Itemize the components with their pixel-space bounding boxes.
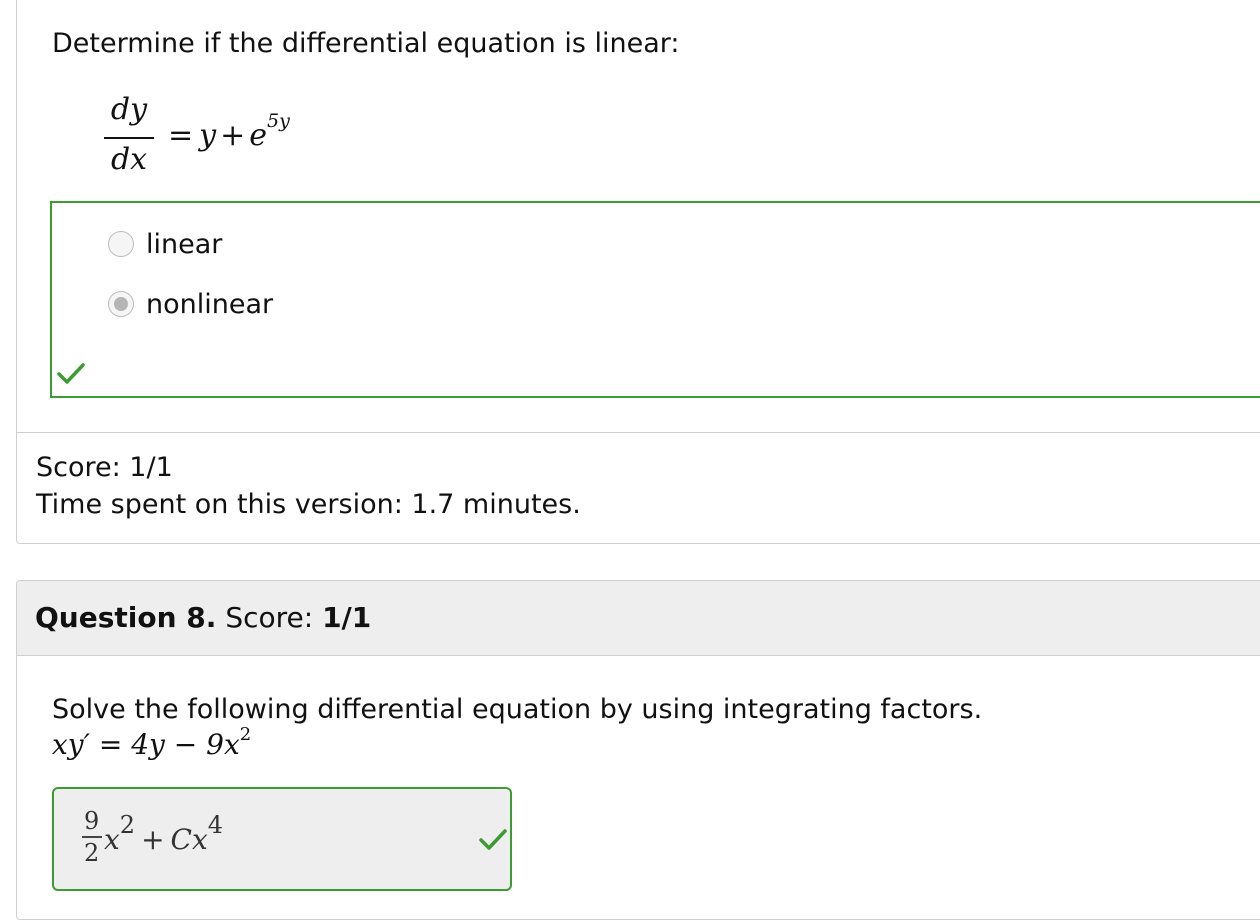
answer-fraction-numerator: 9 bbox=[84, 807, 100, 835]
answer-choices-box: linear nonlinear bbox=[50, 201, 1260, 398]
radio-nonlinear[interactable] bbox=[108, 291, 134, 317]
equation-rhs: = y + e5y bbox=[168, 110, 290, 153]
answer-var-cx: Cx bbox=[170, 823, 208, 856]
check-icon bbox=[478, 827, 508, 853]
answer-plus: + bbox=[141, 823, 165, 856]
question-8-prompt: Solve the following differential equatio… bbox=[52, 694, 983, 725]
option-label: linear bbox=[146, 228, 223, 260]
exponential-base: e bbox=[249, 118, 267, 153]
answer-fraction-denominator: 2 bbox=[84, 839, 100, 867]
rhs-term-y: y bbox=[199, 118, 217, 153]
question-7-prompt: Determine if the differential equation i… bbox=[52, 28, 680, 59]
fraction-denominator: dx bbox=[110, 142, 148, 177]
score-value: 1/1 bbox=[322, 601, 372, 634]
equals-sign: = bbox=[89, 728, 132, 761]
equation-exponent: 2 bbox=[239, 724, 252, 745]
equals-sign: = bbox=[168, 118, 194, 153]
answer-fraction-bar bbox=[82, 836, 102, 838]
check-icon bbox=[56, 361, 86, 387]
score-divider bbox=[17, 432, 1260, 433]
fraction-bar bbox=[104, 137, 154, 139]
question-8-equation: xy′ = 4y − 9x2 bbox=[52, 724, 251, 761]
score-text: Score: 1/1 bbox=[36, 452, 173, 483]
radio-linear[interactable] bbox=[108, 231, 134, 257]
option-label: nonlinear bbox=[146, 288, 274, 320]
equation-term-4y: 4y bbox=[131, 728, 165, 761]
question-8-header: Question 8. Score: 1/1 bbox=[17, 581, 1260, 656]
option-nonlinear[interactable]: nonlinear bbox=[108, 286, 273, 322]
option-linear[interactable]: linear bbox=[108, 226, 222, 262]
question-number: Question 8. bbox=[35, 601, 217, 634]
time-spent-text: Time spent on this version: 1.7 minutes. bbox=[36, 489, 581, 520]
question-7-equation: dy dx = y + e5y bbox=[104, 92, 364, 182]
minus-sign: − bbox=[164, 728, 207, 761]
exponent: 5y bbox=[267, 110, 290, 132]
answer-var-x: x bbox=[104, 823, 120, 856]
fraction-numerator: dy bbox=[110, 92, 148, 127]
answer-exp-1: 2 bbox=[119, 811, 136, 839]
plus-sign: + bbox=[220, 118, 246, 153]
answer-terms: x2 + Cx4 bbox=[104, 811, 223, 856]
equation-term-9x: 9x bbox=[206, 728, 240, 761]
question-8-title: Question 8. Score: 1/1 bbox=[35, 601, 371, 634]
answer-exp-2: 4 bbox=[207, 811, 224, 839]
answer-expression: 9 2 x2 + Cx4 bbox=[78, 803, 338, 873]
equation-lhs: xy′ bbox=[52, 728, 90, 761]
answer-input[interactable]: 9 2 x2 + Cx4 bbox=[52, 787, 512, 891]
score-label: Score: bbox=[216, 601, 323, 634]
